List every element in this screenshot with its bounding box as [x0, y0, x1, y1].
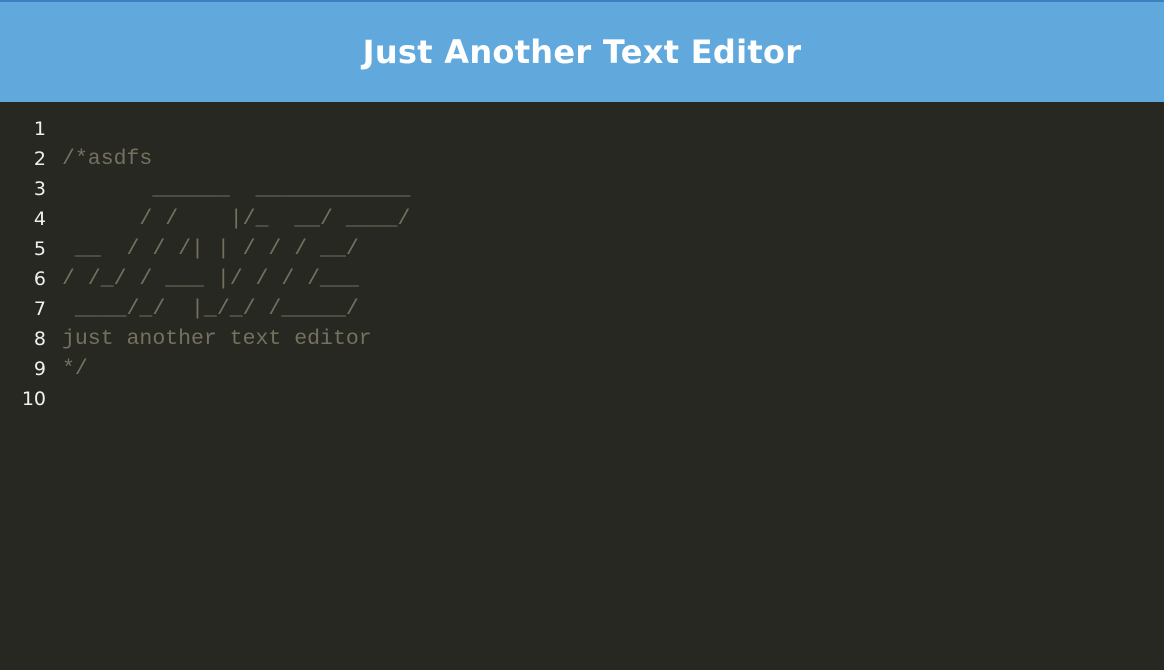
- line-text[interactable]: / / |/_ __/ ____/: [46, 204, 410, 234]
- editor-line[interactable]: 3 ______ ____________: [0, 174, 1164, 204]
- code-editor[interactable]: 1 2 /*asdfs 3 ______ ____________ 4 / / …: [0, 102, 1164, 670]
- line-number: 5: [33, 238, 46, 260]
- editor-line[interactable]: 7 ____/_/ |_/_/ /_____/: [0, 294, 1164, 324]
- line-text[interactable]: ____/_/ |_/_/ /_____/: [46, 294, 359, 324]
- line-number: 1: [33, 118, 46, 140]
- line-text[interactable]: __ / / /| | / / / __/: [46, 234, 359, 264]
- line-number: 7: [33, 298, 46, 320]
- line-text[interactable]: [46, 114, 62, 144]
- line-number: 6: [33, 268, 46, 290]
- line-number: 3: [33, 178, 46, 200]
- line-text[interactable]: / /_/ / ___ |/ / / /___: [46, 264, 359, 294]
- editor-line[interactable]: 1: [0, 114, 1164, 144]
- line-number: 4: [33, 208, 46, 230]
- line-text[interactable]: */: [46, 354, 88, 384]
- editor-line[interactable]: 6 / /_/ / ___ |/ / / /___: [0, 264, 1164, 294]
- app-title: Just Another Text Editor: [362, 33, 802, 71]
- line-text[interactable]: [46, 384, 62, 414]
- editor-line[interactable]: 9 */: [0, 354, 1164, 384]
- line-number: 8: [33, 328, 46, 350]
- line-text[interactable]: just another text editor: [46, 324, 372, 354]
- editor-line[interactable]: 5 __ / / /| | / / / __/: [0, 234, 1164, 264]
- app-window: Just Another Text Editor 1 2 /*asdfs 3 _…: [0, 0, 1164, 670]
- editor-line[interactable]: 4 / / |/_ __/ ____/: [0, 204, 1164, 234]
- line-number: 10: [21, 388, 46, 410]
- editor-line[interactable]: 2 /*asdfs: [0, 144, 1164, 174]
- editor-line[interactable]: 8 just another text editor: [0, 324, 1164, 354]
- line-number: 9: [33, 358, 46, 380]
- line-text[interactable]: /*asdfs: [46, 144, 152, 174]
- editor-line[interactable]: 10: [0, 384, 1164, 414]
- line-text[interactable]: ______ ____________: [46, 174, 410, 204]
- line-number: 2: [33, 148, 46, 170]
- header-bar: Just Another Text Editor: [0, 0, 1164, 102]
